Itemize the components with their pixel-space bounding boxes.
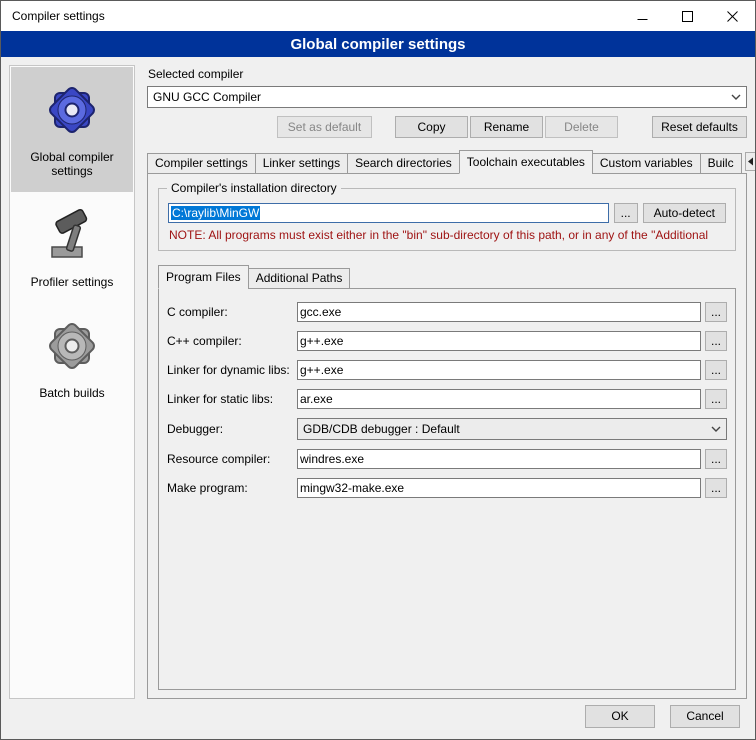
- dynamic-linker-value: g++.exe: [300, 363, 343, 377]
- compiler-settings-window: Compiler settings Global compiler settin…: [0, 0, 756, 740]
- static-linker-browse-button[interactable]: ...: [705, 389, 727, 409]
- sidebar-item-batch-builds[interactable]: Batch builds: [11, 303, 133, 414]
- sidebar-item-label: Global compiler settings: [14, 150, 130, 178]
- program-files-tabs: Program Files Additional Paths: [158, 265, 738, 288]
- main-panel: Selected compiler GNU GCC Compiler Set a…: [147, 65, 747, 699]
- make-program-value: mingw32-make.exe: [300, 481, 404, 495]
- cancel-button[interactable]: Cancel: [670, 705, 740, 728]
- minimize-button[interactable]: [620, 1, 665, 31]
- close-icon: [727, 11, 738, 22]
- sidebar-item-global-compiler-settings[interactable]: Global compiler settings: [11, 67, 133, 192]
- chevron-down-icon: [725, 94, 741, 100]
- dialog-footer: OK Cancel: [1, 699, 755, 739]
- sidebar-item-label: Batch builds: [39, 386, 104, 400]
- profiler-hammer-icon: [41, 204, 103, 266]
- toolchain-executables-panel: Compiler's installation directory C:\ray…: [147, 173, 747, 699]
- make-program-browse-button[interactable]: ...: [705, 478, 727, 498]
- bin-subdirectory-note: NOTE: All programs must exist either in …: [169, 228, 726, 242]
- selected-compiler-value: GNU GCC Compiler: [153, 90, 261, 104]
- selected-compiler-dropdown[interactable]: GNU GCC Compiler: [147, 86, 747, 108]
- titlebar: Compiler settings: [1, 1, 755, 31]
- tab-search-directories[interactable]: Search directories: [347, 153, 460, 174]
- c-compiler-value: gcc.exe: [300, 305, 341, 319]
- resource-compiler-value: windres.exe: [300, 452, 364, 466]
- c-compiler-row: C compiler: gcc.exe ...: [167, 302, 727, 322]
- reset-defaults-button[interactable]: Reset defaults: [652, 116, 747, 138]
- resource-compiler-browse-button[interactable]: ...: [705, 449, 727, 469]
- installation-directory-input[interactable]: C:\raylib\MinGW: [168, 203, 609, 223]
- resource-compiler-input[interactable]: windres.exe: [297, 449, 701, 469]
- arrow-left-icon: [747, 157, 754, 166]
- make-program-label: Make program:: [167, 481, 297, 495]
- make-program-input[interactable]: mingw32-make.exe: [297, 478, 701, 498]
- static-linker-value: ar.exe: [300, 392, 333, 406]
- c-compiler-browse-button[interactable]: ...: [705, 302, 727, 322]
- sidebar-item-label: Profiler settings: [31, 275, 114, 289]
- tab-linker-settings[interactable]: Linker settings: [255, 153, 348, 174]
- tab-scroll-left-button[interactable]: [745, 152, 756, 171]
- cpp-compiler-browse-button[interactable]: ...: [705, 331, 727, 351]
- window-title: Compiler settings: [1, 1, 620, 31]
- cpp-compiler-value: g++.exe: [300, 334, 343, 348]
- settings-tabs: Compiler settings Linker settings Search…: [147, 150, 747, 173]
- installation-directory-value: C:\raylib\MinGW: [171, 206, 260, 220]
- resource-compiler-label: Resource compiler:: [167, 452, 297, 466]
- blue-gear-icon: [41, 79, 103, 141]
- debugger-label: Debugger:: [167, 422, 297, 436]
- dynamic-linker-row: Linker for dynamic libs: g++.exe ...: [167, 360, 727, 380]
- delete-button[interactable]: Delete: [545, 116, 618, 138]
- tab-toolchain-executables[interactable]: Toolchain executables: [459, 150, 593, 174]
- static-linker-label: Linker for static libs:: [167, 392, 297, 406]
- static-linker-input[interactable]: ar.exe: [297, 389, 701, 409]
- set-as-default-button[interactable]: Set as default: [277, 116, 372, 138]
- rename-button[interactable]: Rename: [470, 116, 543, 138]
- c-compiler-input[interactable]: gcc.exe: [297, 302, 701, 322]
- maximize-button[interactable]: [665, 1, 710, 31]
- ok-button[interactable]: OK: [585, 705, 655, 728]
- debugger-value: GDB/CDB debugger : Default: [303, 422, 460, 436]
- installation-directory-group: Compiler's installation directory C:\ray…: [158, 188, 736, 251]
- page-title: Global compiler settings: [1, 31, 755, 57]
- dynamic-linker-label: Linker for dynamic libs:: [167, 363, 297, 377]
- dialog-body: Global compiler settings Profiler settin…: [1, 57, 755, 699]
- c-compiler-label: C compiler:: [167, 305, 297, 319]
- tab-additional-paths[interactable]: Additional Paths: [248, 268, 351, 289]
- installation-directory-group-title: Compiler's installation directory: [167, 181, 341, 195]
- program-files-panel: C compiler: gcc.exe ... C++ compiler: g+…: [158, 288, 736, 690]
- tab-custom-variables[interactable]: Custom variables: [592, 153, 701, 174]
- copy-button[interactable]: Copy: [395, 116, 468, 138]
- compiler-actions: Set as default Copy Rename Delete Reset …: [147, 116, 747, 138]
- static-linker-row: Linker for static libs: ar.exe ...: [167, 389, 727, 409]
- gray-gear-icon: [41, 315, 103, 377]
- settings-category-list: Global compiler settings Profiler settin…: [9, 65, 135, 699]
- selected-compiler-label: Selected compiler: [148, 67, 747, 81]
- maximize-icon: [682, 11, 693, 22]
- auto-detect-button[interactable]: Auto-detect: [643, 203, 726, 223]
- make-program-row: Make program: mingw32-make.exe ...: [167, 478, 727, 498]
- cpp-compiler-row: C++ compiler: g++.exe ...: [167, 331, 727, 351]
- tab-program-files[interactable]: Program Files: [158, 265, 249, 289]
- resource-compiler-row: Resource compiler: windres.exe ...: [167, 449, 727, 469]
- installation-directory-row: C:\raylib\MinGW ... Auto-detect: [168, 203, 726, 223]
- debugger-dropdown[interactable]: GDB/CDB debugger : Default: [297, 418, 727, 440]
- debugger-row: Debugger: GDB/CDB debugger : Default: [167, 418, 727, 440]
- minimize-icon: [637, 11, 648, 22]
- tab-scroll-buttons: [741, 152, 756, 171]
- tab-build-options[interactable]: Builc: [700, 153, 742, 174]
- chevron-down-icon: [705, 426, 721, 432]
- tab-compiler-settings[interactable]: Compiler settings: [147, 153, 256, 174]
- cpp-compiler-label: C++ compiler:: [167, 334, 297, 348]
- sidebar-item-profiler-settings[interactable]: Profiler settings: [11, 192, 133, 303]
- cpp-compiler-input[interactable]: g++.exe: [297, 331, 701, 351]
- installation-directory-browse-button[interactable]: ...: [614, 203, 638, 223]
- dynamic-linker-input[interactable]: g++.exe: [297, 360, 701, 380]
- close-button[interactable]: [710, 1, 755, 31]
- dynamic-linker-browse-button[interactable]: ...: [705, 360, 727, 380]
